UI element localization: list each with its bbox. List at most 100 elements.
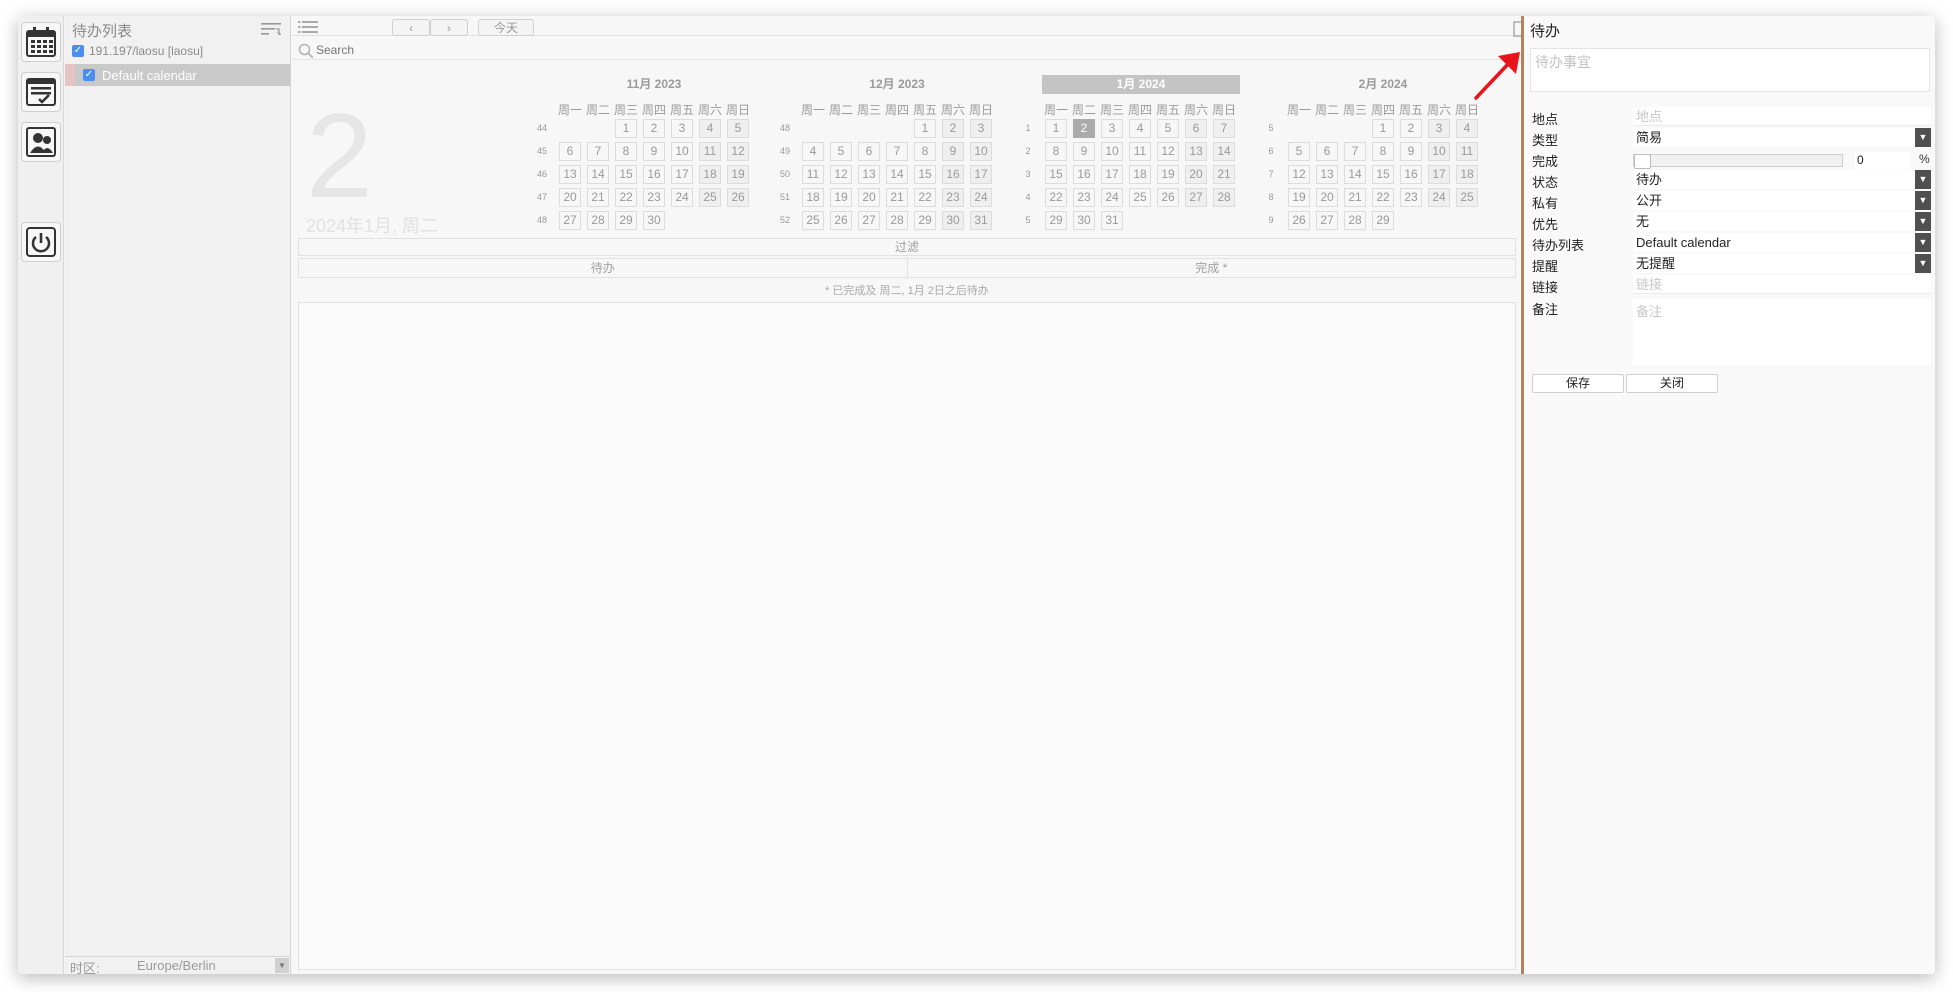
summary-input[interactable]: 待办事宜	[1530, 48, 1930, 92]
calendar-day[interactable]: 7	[587, 142, 609, 161]
link-input[interactable]: 链接	[1633, 275, 1931, 294]
tasks-app-icon[interactable]	[21, 72, 61, 112]
contacts-app-icon[interactable]	[21, 122, 61, 162]
calendar-day[interactable]: 8	[1045, 142, 1067, 161]
calendar-day[interactable]: 6	[1185, 119, 1207, 138]
calendar-day[interactable]: 27	[1316, 211, 1338, 230]
calendar-day-today[interactable]: 2	[1073, 119, 1095, 138]
calendar-day[interactable]: 22	[914, 188, 936, 207]
calendar-day[interactable]: 21	[886, 188, 908, 207]
logout-icon[interactable]	[21, 222, 61, 262]
month-title[interactable]: 1月 2024	[1042, 75, 1240, 94]
calendar-day[interactable]: 29	[1045, 211, 1067, 230]
chevron-down-icon[interactable]: ▼	[1915, 212, 1931, 231]
calendar-day[interactable]: 13	[1185, 142, 1207, 161]
done-slider-handle[interactable]	[1634, 154, 1651, 169]
calendar-day[interactable]: 27	[559, 211, 581, 230]
calendar-checkbox[interactable]: ✓	[83, 69, 95, 81]
calendar-day[interactable]: 22	[1372, 188, 1394, 207]
filter-header[interactable]: 过滤	[298, 238, 1516, 256]
month-title[interactable]: 11月 2023	[556, 75, 752, 94]
calendar-day[interactable]: 4	[1456, 119, 1478, 138]
calendar-day[interactable]: 22	[1045, 188, 1067, 207]
close-button[interactable]: 关闭	[1626, 374, 1718, 393]
calendar-day[interactable]: 21	[1344, 188, 1366, 207]
calendar-day[interactable]: 4	[1129, 119, 1151, 138]
sidebar-item-default-calendar[interactable]: ✓ Default calendar	[65, 64, 290, 86]
calendar-day[interactable]: 26	[727, 188, 749, 207]
calendar-day[interactable]: 15	[914, 165, 936, 184]
sort-icon[interactable]	[261, 22, 283, 40]
today-button[interactable]: 今天	[478, 19, 534, 36]
calendar-day[interactable]: 5	[727, 119, 749, 138]
calendar-day[interactable]: 13	[1316, 165, 1338, 184]
timezone-dropdown-icon[interactable]: ▼	[275, 958, 289, 973]
calendar-day[interactable]: 6	[559, 142, 581, 161]
calendar-day[interactable]: 26	[1157, 188, 1179, 207]
notes-input[interactable]: 备注	[1633, 299, 1931, 365]
next-button[interactable]: ›	[430, 19, 468, 36]
calendar-day[interactable]: 7	[886, 142, 908, 161]
alarm-select[interactable]: 无提醒 ▼	[1633, 254, 1931, 273]
calendar-day[interactable]: 9	[643, 142, 665, 161]
calendar-day[interactable]: 26	[830, 211, 852, 230]
calendar-day[interactable]: 3	[1428, 119, 1450, 138]
calendar-day[interactable]: 19	[727, 165, 749, 184]
prev-button[interactable]: ‹	[392, 19, 430, 36]
calendar-day[interactable]: 17	[1101, 165, 1123, 184]
calendar-day[interactable]: 12	[1157, 142, 1179, 161]
calendar-day[interactable]: 18	[1456, 165, 1478, 184]
calendar-day[interactable]: 23	[643, 188, 665, 207]
calendar-day[interactable]: 10	[970, 142, 992, 161]
calendar-day[interactable]: 4	[699, 119, 721, 138]
calendar-day[interactable]: 4	[802, 142, 824, 161]
calendar-day[interactable]: 10	[671, 142, 693, 161]
calendar-day[interactable]: 11	[802, 165, 824, 184]
calendar-day[interactable]: 9	[1400, 142, 1422, 161]
calendar-day[interactable]: 22	[615, 188, 637, 207]
calendar-day[interactable]: 28	[1344, 211, 1366, 230]
calendar-day[interactable]: 1	[1045, 119, 1067, 138]
calendar-day[interactable]: 15	[1372, 165, 1394, 184]
calendar-day[interactable]: 31	[970, 211, 992, 230]
calendar-day[interactable]: 11	[699, 142, 721, 161]
calendar-day[interactable]: 29	[1372, 211, 1394, 230]
calendar-day[interactable]: 10	[1428, 142, 1450, 161]
calendar-day[interactable]: 24	[671, 188, 693, 207]
calendar-day[interactable]: 9	[942, 142, 964, 161]
calendar-day[interactable]: 20	[858, 188, 880, 207]
calendar-day[interactable]: 14	[1344, 165, 1366, 184]
chevron-down-icon[interactable]: ▼	[1915, 191, 1931, 210]
calendar-day[interactable]: 17	[671, 165, 693, 184]
calendar-day[interactable]: 25	[1129, 188, 1151, 207]
calendar-day[interactable]: 5	[1157, 119, 1179, 138]
search-input[interactable]	[316, 42, 916, 58]
chevron-down-icon[interactable]: ▼	[1915, 128, 1931, 147]
calendar-day[interactable]: 31	[1101, 211, 1123, 230]
calendar-day[interactable]: 3	[1101, 119, 1123, 138]
calendar-day[interactable]: 2	[1400, 119, 1422, 138]
chevron-down-icon[interactable]: ▼	[1915, 233, 1931, 252]
todo-list-area[interactable]	[298, 302, 1516, 970]
list-view-icon[interactable]	[298, 20, 318, 38]
calendar-day[interactable]: 24	[970, 188, 992, 207]
calendar-day[interactable]: 3	[671, 119, 693, 138]
calendar-day[interactable]: 20	[559, 188, 581, 207]
done-value-input[interactable]: 0	[1855, 152, 1910, 169]
calendar-day[interactable]: 13	[559, 165, 581, 184]
calendar-day[interactable]: 30	[942, 211, 964, 230]
calendar-day[interactable]: 3	[970, 119, 992, 138]
calendar-day[interactable]: 14	[886, 165, 908, 184]
calendar-day[interactable]: 28	[587, 211, 609, 230]
calendar-day[interactable]: 30	[643, 211, 665, 230]
calendar-day[interactable]: 27	[1185, 188, 1207, 207]
calendar-day[interactable]: 25	[699, 188, 721, 207]
todo-list-select[interactable]: Default calendar ▼	[1633, 233, 1931, 252]
calendar-day[interactable]: 11	[1456, 142, 1478, 161]
calendar-day[interactable]: 5	[1288, 142, 1310, 161]
calendar-day[interactable]: 25	[1456, 188, 1478, 207]
calendar-day[interactable]: 15	[1045, 165, 1067, 184]
calendar-day[interactable]: 14	[1213, 142, 1235, 161]
calendar-day[interactable]: 20	[1316, 188, 1338, 207]
location-input[interactable]: 地点	[1633, 107, 1931, 126]
